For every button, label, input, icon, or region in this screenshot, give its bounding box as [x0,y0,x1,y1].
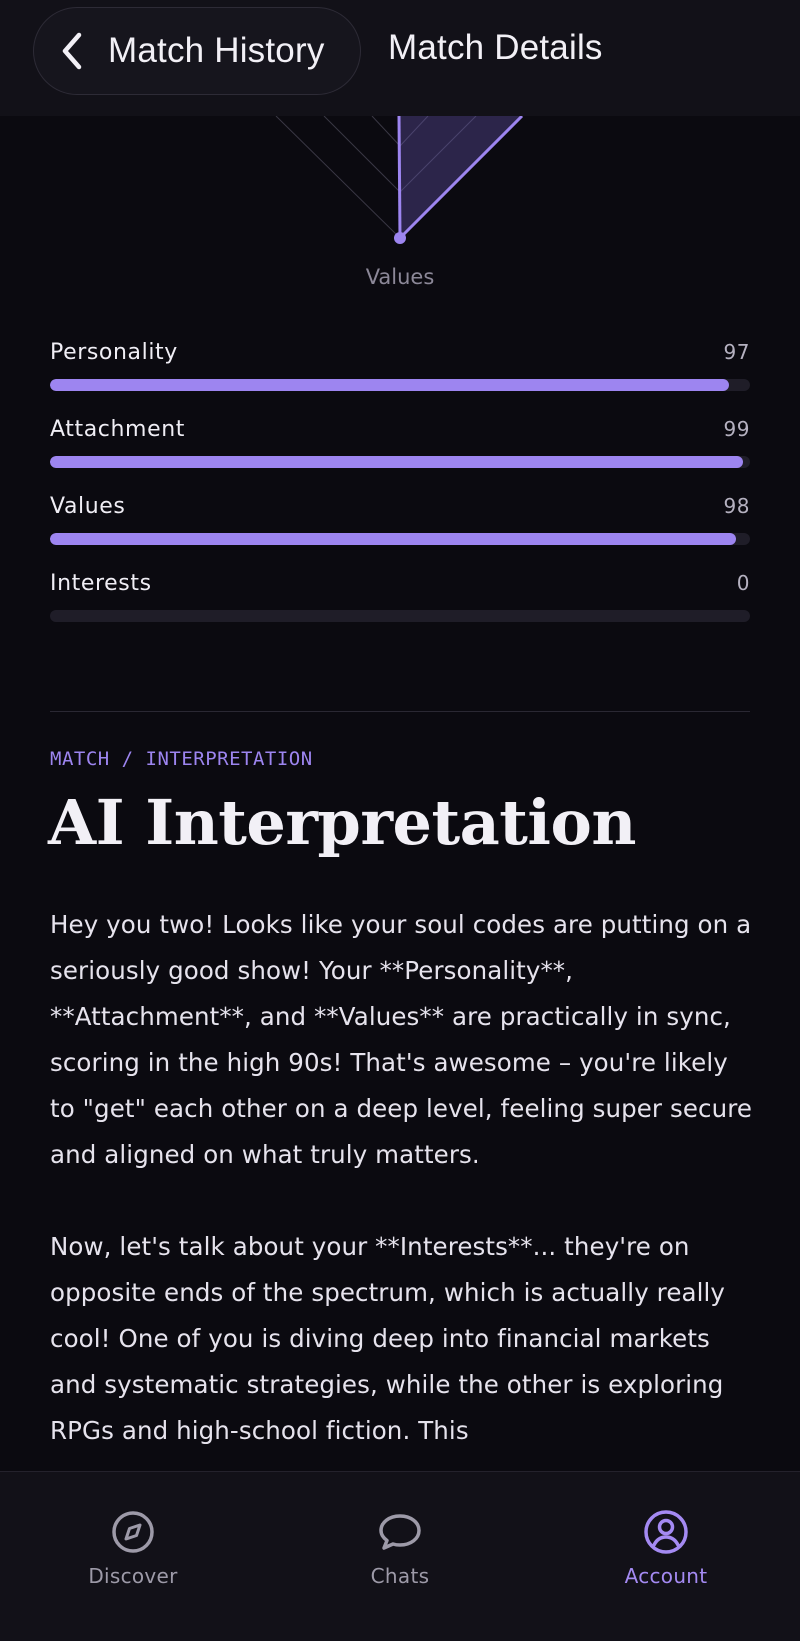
section-eyebrow: MATCH / INTERPRETATION [50,748,313,770]
score-track [50,379,750,391]
score-fill [50,533,736,545]
radar-point [394,232,406,244]
radar-grid-line [275,116,401,239]
score-track [50,456,750,468]
chat-bubble-icon [379,1514,421,1550]
radar-grid-line [371,116,401,147]
interpretation-text: Hey you two! Looks like your soul codes … [50,902,760,1500]
compass-icon [112,1511,154,1553]
radar-grid-line [323,116,401,193]
score-value: 97 [723,340,750,364]
score-value: 0 [736,571,750,595]
score-label: Attachment [50,417,185,442]
score-row: Values 98 [50,494,750,571]
top-bar: Match History Match Details [0,0,800,116]
back-button[interactable]: Match History [33,7,361,95]
chevron-left-icon [52,31,92,71]
radar-axis-label: Values [365,265,435,289]
score-track [50,610,750,622]
score-row: Attachment 99 [50,417,750,494]
radar-edge [397,116,402,239]
nav-item-chats[interactable]: Chats [300,1508,500,1588]
nav-label: Account [624,1564,708,1588]
radar-chart [275,116,524,244]
score-label: Values [50,494,126,519]
nav-label: Discover [88,1564,178,1588]
section-divider [50,711,750,712]
nav-label: Chats [370,1564,430,1588]
interpretation-paragraph: Now, let's talk about your **Interests**… [50,1232,726,1445]
score-value: 98 [723,494,750,518]
nav-item-discover[interactable]: Discover [33,1508,233,1588]
page-title: Match Details [388,28,603,67]
score-track [50,533,750,545]
score-list: Personality 97 Attachment 99 Values 98 I… [50,340,750,648]
user-circle-icon [644,1510,688,1554]
interpretation-paragraph: Hey you two! Looks like your soul codes … [50,910,753,1169]
score-fill [50,456,743,468]
score-value: 99 [723,417,750,441]
back-button-label: Match History [108,31,325,70]
score-row: Interests 0 [50,571,750,648]
score-label: Personality [50,340,178,365]
score-row: Personality 97 [50,340,750,417]
nav-item-account[interactable]: Account [566,1508,766,1588]
bottom-nav: Discover Chats Account [0,1471,800,1641]
section-title: AI Interpretation [48,786,636,859]
score-fill [50,379,729,391]
score-label: Interests [50,571,152,596]
